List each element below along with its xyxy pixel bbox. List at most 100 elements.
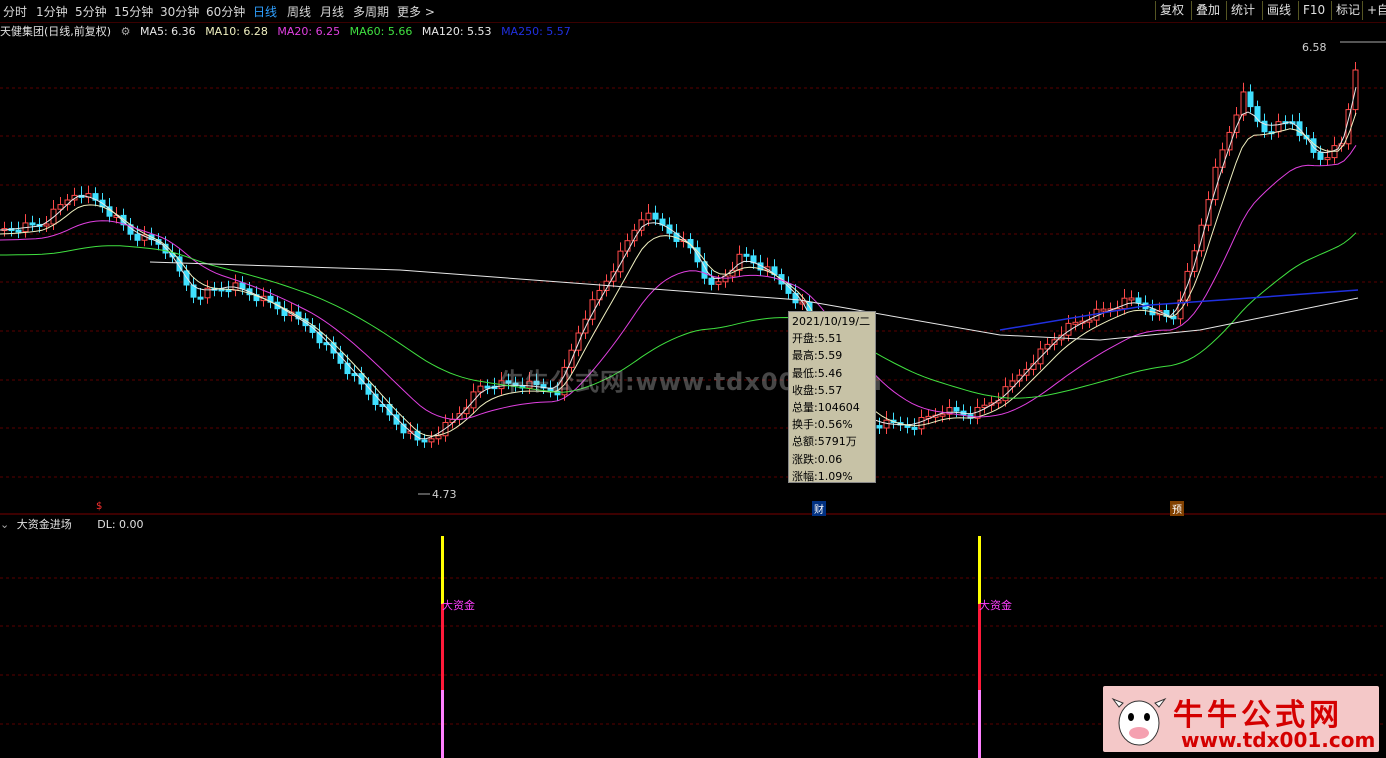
candle-body [1100,308,1107,312]
candle-body [29,222,36,226]
candle-body [428,438,435,443]
financial-marker[interactable]: 财 [812,501,826,516]
candle-body [1128,297,1135,301]
candle-body [470,391,477,409]
candle-body [1065,322,1072,336]
tab-1min[interactable]: 1分钟 [36,3,68,20]
candle-body [421,439,428,443]
candle-body [435,435,442,440]
candle-body [652,212,659,220]
logo-url: www.tdx001.com [1181,728,1376,752]
candle-body [134,233,141,241]
high-price-label: 6.58 [1302,41,1327,54]
candle-body [1219,149,1226,168]
ma60-label: MA60: 5.66 [349,25,413,38]
candle-body [708,277,715,285]
candle-body [715,281,722,285]
indicator-settings-icon[interactable]: ⌄ [0,518,9,531]
draw-button[interactable]: 画线 [1262,1,1295,20]
candle-body [638,219,645,231]
candle-info-tooltip: 2021/10/19/二 开盘:5.51 最高:5.59 最低:5.46 收盘:… [788,311,876,483]
candle-body [1324,157,1331,161]
indicator-value: DL: 0.00 [97,518,144,531]
ma250-label: MA250: 5.57 [501,25,571,38]
signal-bar-red [441,604,444,690]
ma10-label: MA10: 6.28 [205,25,268,38]
candle-body [484,385,491,389]
big-fund-tag-1: 大资金 [442,599,475,612]
tab-daily[interactable]: 日线 [253,3,277,20]
dollar-marker[interactable]: $ [94,501,104,512]
low-price-label: 4.73 [432,488,457,501]
candle-body [43,223,50,227]
period-toolbar: 分时 1分钟 5分钟 15分钟 30分钟 60分钟 日线 周线 月线 多周期 更… [0,0,1386,23]
candle-body [953,407,960,412]
ma120-label: MA120: 5.53 [421,25,492,38]
tab-5min[interactable]: 5分钟 [75,3,107,20]
tooltip-date: 2021/10/19/二 [792,315,871,328]
candle-body [624,240,631,252]
cow-mascot-icon [1111,697,1167,746]
candle-body [1037,348,1044,365]
fuquan-button[interactable]: 复权 [1155,1,1188,20]
indicator-bars [441,536,981,758]
candle-body [1317,151,1324,160]
tab-60min[interactable]: 60分钟 [206,3,245,20]
candle-body [911,426,918,430]
mark-button[interactable]: 标记 [1331,1,1364,20]
tab-multi-period[interactable]: 多周期 [353,3,389,20]
candle-body [344,362,351,375]
candle-body [57,204,64,210]
forecast-marker[interactable]: 预 [1170,501,1184,516]
candle-body [645,212,652,221]
signal-bar-red [978,604,981,690]
tab-30min[interactable]: 30分钟 [160,3,199,20]
tooltip-low: 最低:5.46 [792,366,843,380]
candle-body [1121,297,1128,310]
candle-body [197,296,204,300]
tooltip-change: 涨跌:0.06 [792,452,843,466]
stats-button[interactable]: 统计 [1226,1,1259,20]
tab-more[interactable]: 更多 > [397,3,435,20]
tab-15min[interactable]: 15分钟 [114,3,153,20]
tooltip-amount: 总额:5791万 [792,435,857,449]
candle-body [1240,91,1247,116]
stock-title: 天健集团(日线,前复权) [0,25,112,38]
indicator-name: 大资金进场 [16,518,72,531]
tab-fenshi[interactable]: 分时 [3,3,27,20]
candle-body [1247,91,1254,108]
candle-body [1072,321,1079,325]
signal-bar-pink [978,690,981,758]
candle-body [1135,297,1142,304]
tooltip-volume: 总量:104604 [792,401,860,415]
candle-body [876,425,883,429]
tooltip-turnover: 换手:0.56% [792,418,853,432]
candle-body [15,229,22,233]
big-fund-tag-2: 大资金 [979,599,1012,612]
ma5-label: MA5: 6.36 [139,25,196,38]
tab-weekly[interactable]: 周线 [287,3,311,20]
signal-bar-yellow [978,536,981,604]
signal-bar-yellow [441,536,444,604]
candle-body [918,417,925,430]
tooltip-high: 最高:5.59 [792,349,843,363]
indicator-legend: ⌄ 大资金进场 DL: 0.00 [0,516,144,532]
candle-body [1275,121,1282,133]
candle-body [477,385,484,393]
signal-bar-pink [441,690,444,758]
tooltip-change-pct: 涨幅:1.09% [792,469,853,483]
candle-body [239,282,246,290]
overlay-button[interactable]: 叠加 [1191,1,1224,20]
tab-monthly[interactable]: 月线 [320,3,344,20]
site-logo: 牛牛公式网 www.tdx001.com [1103,686,1379,752]
tooltip-open: 开盘:5.51 [792,332,843,346]
candle-body [939,413,946,417]
ma20-label: MA20: 6.25 [277,25,341,38]
settings-circle-icon[interactable]: ⚙ [121,25,131,38]
ma-legend: 天健集团(日线,前复权) ⚙ MA5: 6.36 MA10: 6.28 MA20… [0,23,577,39]
tooltip-close: 收盘:5.57 [792,383,843,397]
f10-button[interactable]: F10 [1298,1,1329,20]
add-button[interactable]: +自 [1362,1,1386,20]
candle-body [981,404,988,408]
candle-body [743,253,750,257]
